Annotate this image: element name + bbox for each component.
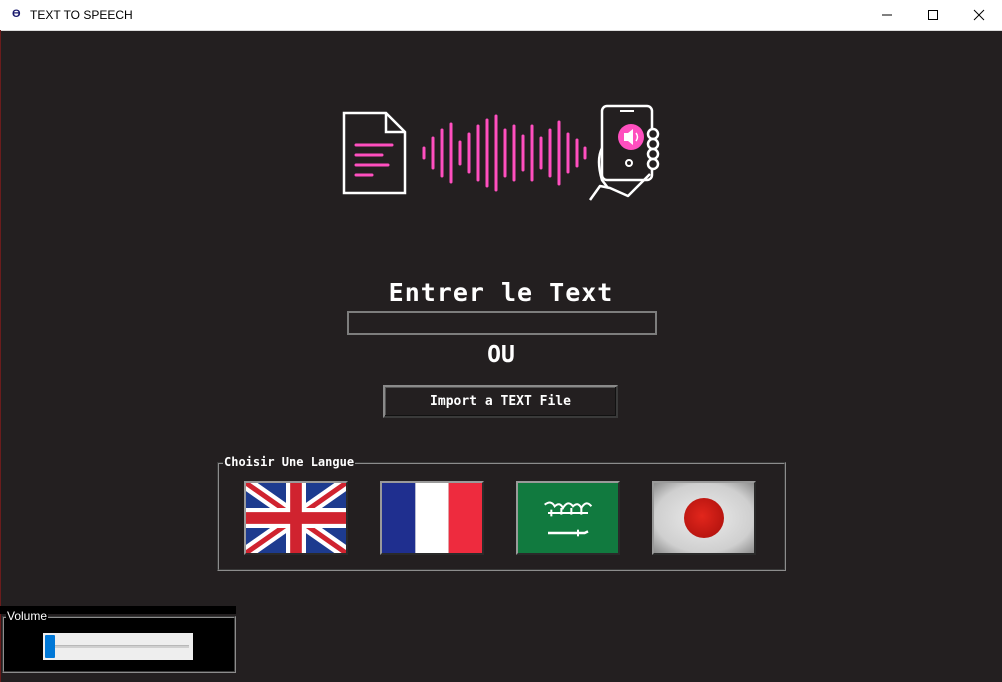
language-group-label: Choisir Une Langue — [223, 455, 356, 469]
saudi-flag-icon — [518, 483, 618, 553]
volume-slider-track — [47, 645, 189, 648]
page-title: Entrer le Text — [388, 278, 614, 307]
phone-in-hand-speaker-icon — [588, 104, 660, 201]
window-border — [0, 30, 1, 682]
maximize-icon — [928, 10, 938, 20]
maximize-button[interactable] — [910, 0, 956, 30]
english-flag-button[interactable] — [244, 481, 348, 555]
sound-wave-icon — [422, 114, 587, 192]
french-flag-button[interactable] — [380, 481, 484, 555]
france-flag-icon — [382, 483, 482, 553]
title-bar: ϴ TEXT TO SPEECH — [0, 0, 1002, 31]
app-icon: ϴ — [12, 8, 21, 20]
close-button[interactable] — [956, 0, 1002, 30]
import-file-button[interactable]: Import a TEXT File — [383, 385, 618, 418]
text-input[interactable] — [347, 311, 657, 335]
close-icon — [973, 9, 985, 21]
minimize-button[interactable] — [864, 0, 910, 30]
arabic-flag-button[interactable] — [516, 481, 620, 555]
volume-slider-thumb[interactable] — [45, 635, 55, 658]
minimize-icon — [882, 14, 892, 16]
or-label: OU — [487, 342, 515, 368]
hero-illustration — [336, 100, 666, 204]
volume-slider[interactable] — [43, 633, 193, 660]
volume-label: Volume — [6, 609, 49, 623]
japan-flag-icon — [654, 483, 754, 553]
uk-flag-icon — [246, 483, 346, 553]
window-title: TEXT TO SPEECH — [30, 8, 133, 22]
document-icon — [342, 111, 407, 195]
japanese-flag-button[interactable] — [652, 481, 756, 555]
